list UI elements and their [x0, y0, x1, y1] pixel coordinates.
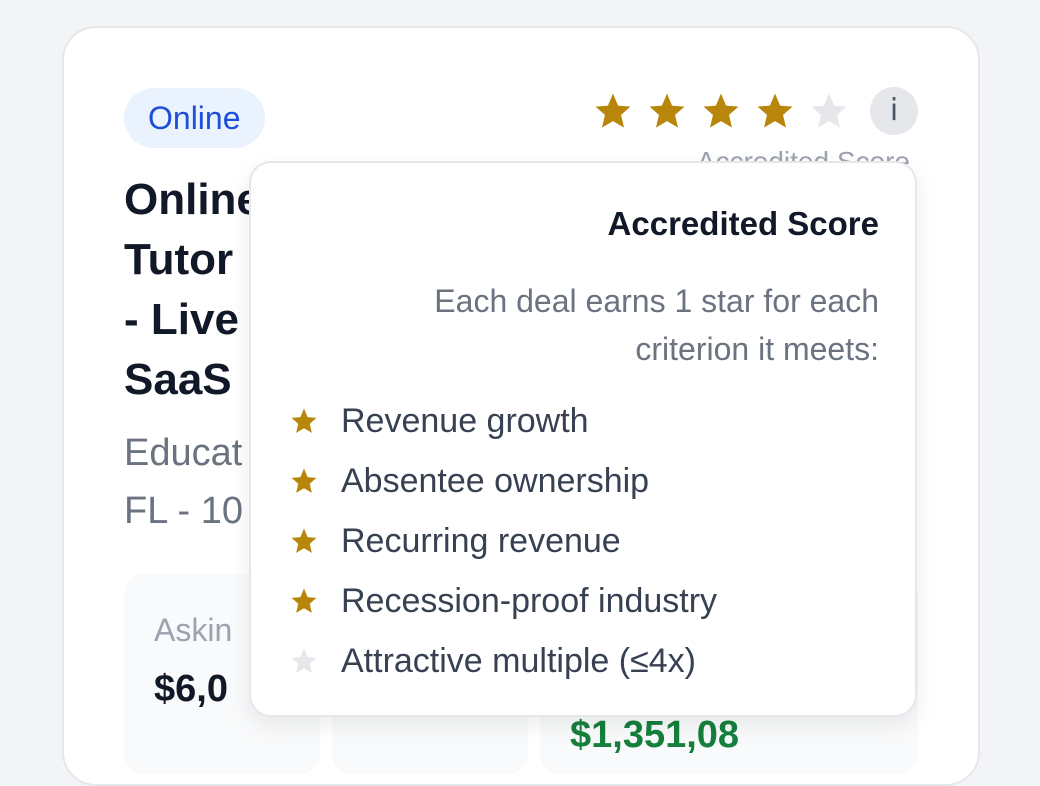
category-badge: Online: [124, 88, 265, 148]
criterion-item: Recession-proof industry: [289, 571, 717, 631]
star-icon: [289, 585, 341, 617]
star-icon: [289, 465, 341, 497]
star-icon: [289, 645, 341, 677]
criterion-label: Recession-proof industry: [341, 581, 718, 620]
tooltip-description: Each deal earns 1 star for each criterio…: [434, 283, 879, 367]
criterion-label: Absentee ownership: [341, 461, 650, 500]
accredited-score-stars: [592, 88, 862, 134]
star-icon: [754, 88, 808, 134]
criterion-item: Revenue growth: [289, 391, 717, 451]
info-icon[interactable]: i: [870, 87, 918, 135]
stat-label: Askin: [154, 612, 233, 648]
star-icon: [289, 525, 341, 557]
star-icon: [646, 88, 700, 134]
criterion-label: Attractive multiple (≤4x): [341, 641, 696, 680]
accredited-score-tooltip: Accredited Score Each deal earns 1 star …: [249, 161, 917, 717]
stat-value: $6,0: [154, 668, 228, 710]
criterion-label: Recurring revenue: [341, 521, 621, 560]
criterion-item: Absentee ownership: [289, 451, 717, 511]
star-icon: [289, 405, 341, 437]
star-icon: [808, 88, 862, 134]
criterion-item: Recurring revenue: [289, 511, 717, 571]
star-icon: [592, 88, 646, 134]
criterion-label: Revenue growth: [341, 401, 589, 440]
tooltip-title: Accredited Score: [607, 205, 879, 242]
criteria-list: Revenue growth Absentee ownership Recurr…: [289, 391, 717, 691]
criterion-item: Attractive multiple (≤4x): [289, 631, 717, 691]
stat-value: $1,351,08: [570, 714, 740, 756]
star-icon: [700, 88, 754, 134]
